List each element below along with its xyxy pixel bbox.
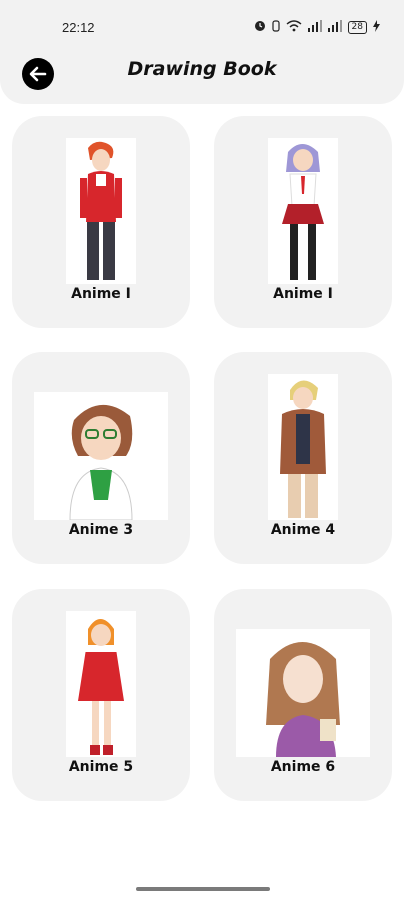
status-time: 22:12 (62, 20, 95, 35)
anime-card-2[interactable]: Anime I (214, 116, 392, 328)
anime-card-6[interactable]: Anime 6 (214, 589, 392, 801)
vibrate-icon (271, 20, 280, 35)
app-header: Drawing Book (0, 46, 404, 104)
anime-card-4[interactable]: Anime 4 (214, 352, 392, 564)
signal-icon-2 (327, 20, 342, 35)
anime-label-3: Anime 3 (68, 522, 134, 538)
anime-thumbnail-4 (268, 374, 338, 520)
anime-label-2: Anime I (273, 286, 333, 302)
anime-thumbnail-2 (268, 138, 338, 284)
status-icons: 28 (254, 20, 380, 35)
wifi-icon (286, 20, 302, 35)
home-indicator[interactable] (136, 887, 270, 891)
anime-label-1: Anime I (71, 286, 131, 302)
anime-card-5[interactable]: Anime 5 (12, 589, 190, 801)
signal-icon (307, 20, 322, 35)
anime-label-5: Anime 5 (68, 759, 134, 775)
charging-icon (373, 20, 380, 35)
anime-thumbnail-5 (66, 611, 136, 757)
anime-label-6: Anime 6 (270, 759, 336, 775)
anime-card-1[interactable]: Anime I (12, 116, 190, 328)
page-title: Drawing Book (127, 58, 277, 80)
anime-thumbnail-1 (66, 138, 136, 284)
anime-card-3[interactable]: Anime 3 (12, 352, 190, 564)
anime-thumbnail-3 (34, 392, 168, 520)
anime-thumbnail-6 (236, 629, 370, 757)
anime-label-4: Anime 4 (270, 522, 336, 538)
alarm-icon (254, 20, 266, 35)
battery-icon: 28 (347, 21, 367, 34)
battery-level: 28 (347, 21, 367, 34)
